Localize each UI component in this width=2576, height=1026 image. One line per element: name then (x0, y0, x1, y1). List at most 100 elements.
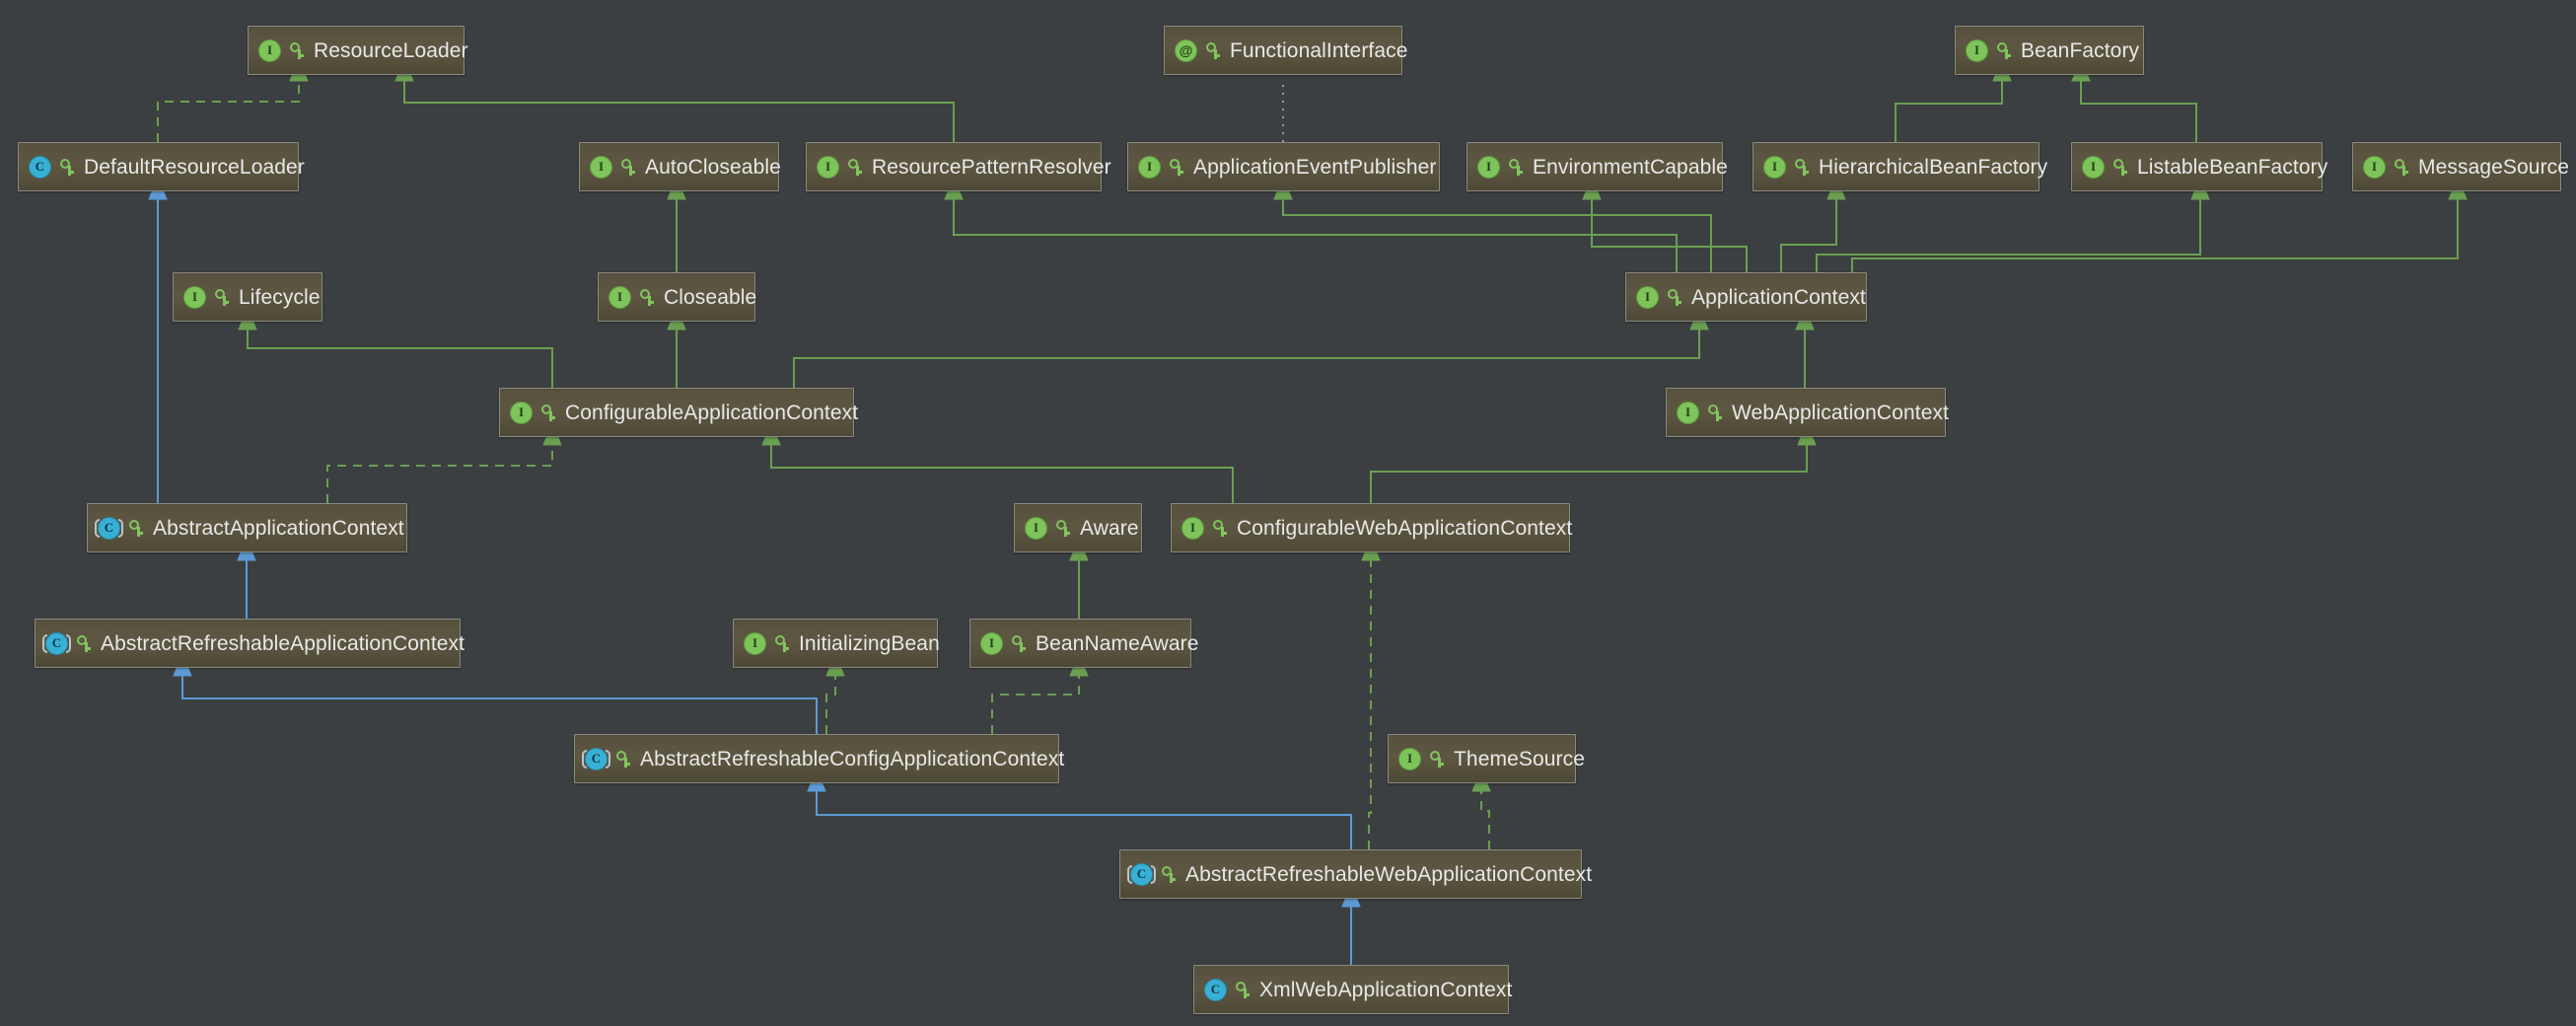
interface-icon-glyph: I (590, 155, 612, 179)
uml-node-label: HierarchicalBeanFactory (1819, 155, 2048, 179)
uml-node-AutoCloseable[interactable]: I AutoCloseable (579, 142, 781, 191)
uml-node-AbstractApplicationContext[interactable]: C AbstractApplicationContext (87, 503, 407, 552)
edge-e-abstractappctx-configappctx[interactable] (326, 443, 553, 503)
public-key-icon (1055, 518, 1071, 538)
uml-node-Lifecycle[interactable]: I Lifecycle (173, 272, 322, 322)
uml-node-label: AbstractRefreshableConfigApplicationCont… (640, 747, 1065, 770)
edge-e-confwebappctx-configappctx[interactable] (770, 443, 1234, 503)
edge-e-appctx-listablebeanfactory[interactable] (1816, 197, 2201, 272)
public-key-icon (1169, 157, 1184, 177)
uml-node-label: BeanFactory (2021, 38, 2140, 62)
interface-icon-glyph: I (1763, 155, 1786, 179)
public-key-icon (1508, 157, 1524, 177)
public-key-icon (1707, 403, 1723, 422)
edge-e-resourcepatternresolver-resourceloader[interactable] (403, 79, 955, 142)
uml-node-DefaultResourceLoader[interactable]: C DefaultResourceLoader (18, 142, 305, 191)
interface-icon: I (1676, 401, 1700, 425)
public-key-icon-key-tooth (1716, 416, 1722, 419)
edge-e-absrefconfigappctx-beannameaware[interactable] (991, 674, 1080, 734)
public-key-icon-key-tooth (1170, 878, 1176, 881)
uml-node-AbstractRefreshableWebApplicationContext[interactable]: C AbstractRefreshableWebApplicationContex… (1119, 849, 1592, 899)
public-key-icon-key-tooth (223, 301, 229, 304)
edge-e-absrefconfigappctx-absrefappctx[interactable] (181, 674, 818, 734)
uml-node-ApplicationEventPublisher[interactable]: I ApplicationEventPublisher (1127, 142, 1440, 191)
interface-icon-glyph: I (608, 285, 631, 309)
edge-e-configappctx-applicationcontext[interactable] (793, 328, 1700, 388)
uml-node-EnvironmentCapable[interactable]: I EnvironmentCapable (1467, 142, 1728, 191)
public-key-icon (847, 157, 863, 177)
edge-e-absrefwebappctx-confwebappctx[interactable] (1368, 558, 1372, 849)
edge-e-absrefwebappctx-themesource[interactable] (1480, 789, 1490, 849)
public-key-icon (1235, 980, 1251, 999)
uml-node-label: FunctionalInterface (1230, 38, 1408, 62)
edge-e-listablebeanfactory-beanfactory[interactable] (2080, 79, 2197, 142)
interface-icon: I (1137, 155, 1162, 180)
uml-node-label: ApplicationEventPublisher (1193, 155, 1437, 179)
interface-icon: I (589, 155, 613, 180)
uml-node-WebApplicationContext[interactable]: I WebApplicationContext (1666, 388, 1949, 437)
edge-e-appctx-hierarchicalbeanfactory[interactable] (1780, 197, 1837, 272)
uml-node-AbstractRefreshableConfigApplicationContext[interactable]: C AbstractRefreshableConfigApplicationCon… (574, 734, 1064, 783)
edge-e-defaultresourceloader-resourceloader[interactable] (157, 79, 300, 142)
uml-node-ThemeSource[interactable]: I ThemeSource (1388, 734, 1585, 783)
abstract-class-icon: C (42, 631, 71, 656)
uml-node-ConfigurableWebApplicationContext[interactable]: I ConfigurableWebApplicationContext (1171, 503, 1572, 552)
uml-node-Aware[interactable]: I Aware (1014, 503, 1142, 552)
annotation-icon: @ (1174, 38, 1198, 63)
uml-node-ListableBeanFactory[interactable]: I ListableBeanFactory (2071, 142, 2327, 191)
edge-e-absrefwebappctx-absrefconfigappctx[interactable] (816, 789, 1352, 849)
uml-node-label: Aware (1080, 516, 1139, 540)
uml-node-ResourcePatternResolver[interactable]: I ResourcePatternResolver (806, 142, 1111, 191)
uml-node-HierarchicalBeanFactory[interactable]: I HierarchicalBeanFactory (1753, 142, 2047, 191)
uml-node-label: AbstractRefreshableApplicationContext (101, 631, 465, 655)
edge-e-appctx-applicationeventpublisher[interactable] (1282, 197, 1712, 272)
public-key-icon (774, 633, 790, 653)
uml-node-Closeable[interactable]: I Closeable (598, 272, 756, 322)
interface-icon: I (1024, 516, 1048, 541)
edge-e-hierarchicalbeanfactory-beanfactory[interactable] (1895, 79, 2003, 142)
uml-node-label: BeanNameAware (1036, 631, 1199, 655)
edge-e-appctx-resourcepatternresolver[interactable] (953, 197, 1678, 272)
public-key-icon-key-tooth (1517, 171, 1523, 174)
public-key-icon (639, 287, 655, 307)
uml-node-label: AutoCloseable (645, 155, 781, 179)
edge-e-appctx-environmentcapable[interactable] (1591, 197, 1748, 272)
edge-e-appctx-messagesource[interactable] (1851, 197, 2459, 272)
public-key-icon (128, 518, 144, 538)
uml-node-ApplicationContext[interactable]: I ApplicationContext (1625, 272, 1867, 322)
uml-node-InitializingBean[interactable]: I InitializingBean (733, 619, 940, 668)
public-key-icon (540, 403, 556, 422)
interface-icon: I (1181, 516, 1205, 541)
public-key-icon-key-tooth (1020, 647, 1026, 650)
public-key-icon-key-tooth (2402, 171, 2408, 174)
uml-node-BeanNameAware[interactable]: I BeanNameAware (969, 619, 1198, 668)
uml-node-ConfigurableApplicationContext[interactable]: I ConfigurableApplicationContext (499, 388, 858, 437)
public-key-icon (1667, 287, 1682, 307)
uml-node-XmlWebApplicationContext[interactable]: C XmlWebApplicationContext (1193, 965, 1512, 1014)
public-key-icon-key-tooth (856, 171, 862, 174)
interface-icon-glyph: I (1181, 516, 1204, 540)
public-key-icon (615, 749, 631, 769)
uml-node-label: MessageSource (2418, 155, 2570, 179)
public-key-icon-key-tooth (68, 171, 74, 174)
uml-class-diagram[interactable]: I ResourceLoader @ FunctionalInterface I Bean… (0, 0, 2576, 1026)
uml-node-BeanFactory[interactable]: I BeanFactory (1955, 26, 2144, 75)
uml-node-MessageSource[interactable]: I MessageSource (2352, 142, 2569, 191)
edge-e-configappctx-lifecycle[interactable] (247, 328, 553, 388)
uml-node-label: ResourceLoader (314, 38, 468, 62)
edge-e-confwebappctx-webappctx[interactable] (1370, 443, 1808, 503)
uml-node-FunctionalInterface[interactable]: @ FunctionalInterface (1164, 26, 1407, 75)
public-key-icon (214, 287, 230, 307)
public-key-icon-key-tooth (137, 532, 143, 535)
uml-node-ResourceLoader[interactable]: I ResourceLoader (248, 26, 468, 75)
uml-node-AbstractRefreshableApplicationContext[interactable]: C AbstractRefreshableApplicationContext (35, 619, 465, 668)
interface-icon-glyph: I (980, 631, 1003, 655)
public-key-icon (620, 157, 636, 177)
interface-icon: I (509, 401, 534, 425)
interface-icon-glyph: I (2082, 155, 2105, 179)
edge-e-absrefconfigappctx-initializingbean[interactable] (825, 674, 836, 734)
public-key-icon-key-tooth (1214, 54, 1220, 57)
abstract-class-icon-glyph: C (1130, 862, 1153, 886)
interface-icon: I (816, 155, 840, 180)
interface-icon: I (2081, 155, 2106, 180)
